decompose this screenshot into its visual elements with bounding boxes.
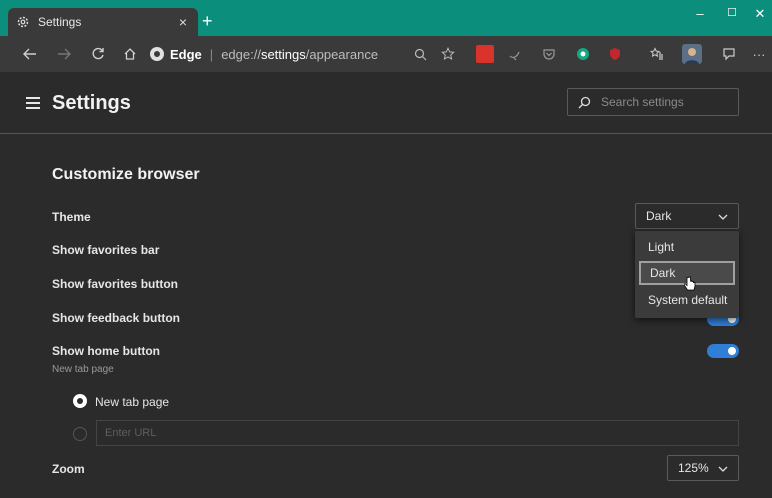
tab-close-icon[interactable]: × — [176, 14, 190, 30]
home-icon[interactable] — [118, 42, 142, 66]
title-bar: Settings × + – ☐ ✕ — [0, 0, 772, 36]
zoom-magnifier-icon[interactable] — [408, 42, 432, 66]
radio-custom-url[interactable] — [73, 427, 87, 441]
new-tab-button[interactable]: + — [202, 12, 213, 30]
theme-label: Theme — [52, 210, 91, 224]
theme-select-value: Dark — [646, 209, 672, 223]
close-window-button[interactable]: ✕ — [750, 6, 770, 22]
ublock-icon[interactable] — [606, 45, 624, 63]
theme-select[interactable]: Dark — [635, 203, 739, 229]
radio-new-tab-page-label: New tab page — [95, 395, 170, 409]
zoom-select[interactable]: 125% — [667, 455, 739, 481]
feedback-icon[interactable] — [720, 45, 738, 63]
chevron-down-icon — [718, 211, 728, 221]
grammarly-icon[interactable] — [574, 45, 592, 63]
address-brand: Edge — [170, 46, 202, 62]
theme-dropdown-menu: Light Dark System default — [635, 231, 739, 318]
extension-red-icon[interactable] — [476, 45, 494, 63]
tab-title: Settings — [38, 15, 82, 29]
pocket-icon[interactable] — [540, 45, 558, 63]
show-favorites-button-label: Show favorites button — [52, 277, 178, 291]
url-input[interactable] — [96, 420, 739, 446]
show-home-button-label: Show home button — [52, 344, 160, 358]
extension-bird-icon[interactable] — [506, 45, 524, 63]
minimize-button[interactable]: – — [690, 6, 710, 21]
hamburger-menu-icon[interactable] — [26, 97, 40, 109]
zoom-select-value: 125% — [678, 461, 709, 475]
settings-header: Settings — [0, 72, 772, 134]
search-icon — [578, 96, 591, 109]
favorites-collection-icon[interactable] — [648, 45, 666, 63]
star-favorite-icon[interactable] — [436, 42, 460, 66]
search-box[interactable] — [567, 88, 739, 116]
show-favorites-bar-label: Show favorites bar — [52, 243, 160, 257]
page-title: Settings — [52, 92, 131, 114]
maximize-button[interactable]: ☐ — [722, 6, 742, 19]
search-input[interactable] — [601, 95, 731, 109]
zoom-label: Zoom — [52, 462, 85, 476]
forward-arrow-icon[interactable] — [52, 42, 76, 66]
radio-new-tab-page[interactable] — [73, 394, 87, 408]
chevron-down-icon — [718, 463, 728, 473]
gear-icon — [16, 15, 30, 29]
back-arrow-icon[interactable] — [18, 42, 42, 66]
home-button-sublabel: New tab page — [52, 364, 114, 375]
profile-avatar[interactable] — [682, 44, 702, 64]
show-feedback-button-label: Show feedback button — [52, 311, 181, 325]
more-menu-button[interactable]: ··· — [750, 45, 768, 63]
hand-cursor-icon — [683, 276, 696, 292]
address-url: edge://settings/appearance — [221, 46, 379, 62]
section-title: Customize browser — [52, 166, 200, 183]
edge-logo-icon — [150, 47, 164, 61]
show-home-button-toggle[interactable] — [707, 344, 739, 358]
browser-toolbar: Edge | edge://settings/appearance ··· — [0, 36, 772, 72]
refresh-icon[interactable] — [86, 42, 110, 66]
tab-settings[interactable]: Settings × — [8, 8, 198, 36]
address-separator: | — [209, 46, 214, 62]
theme-option-light[interactable]: Light — [639, 235, 735, 259]
